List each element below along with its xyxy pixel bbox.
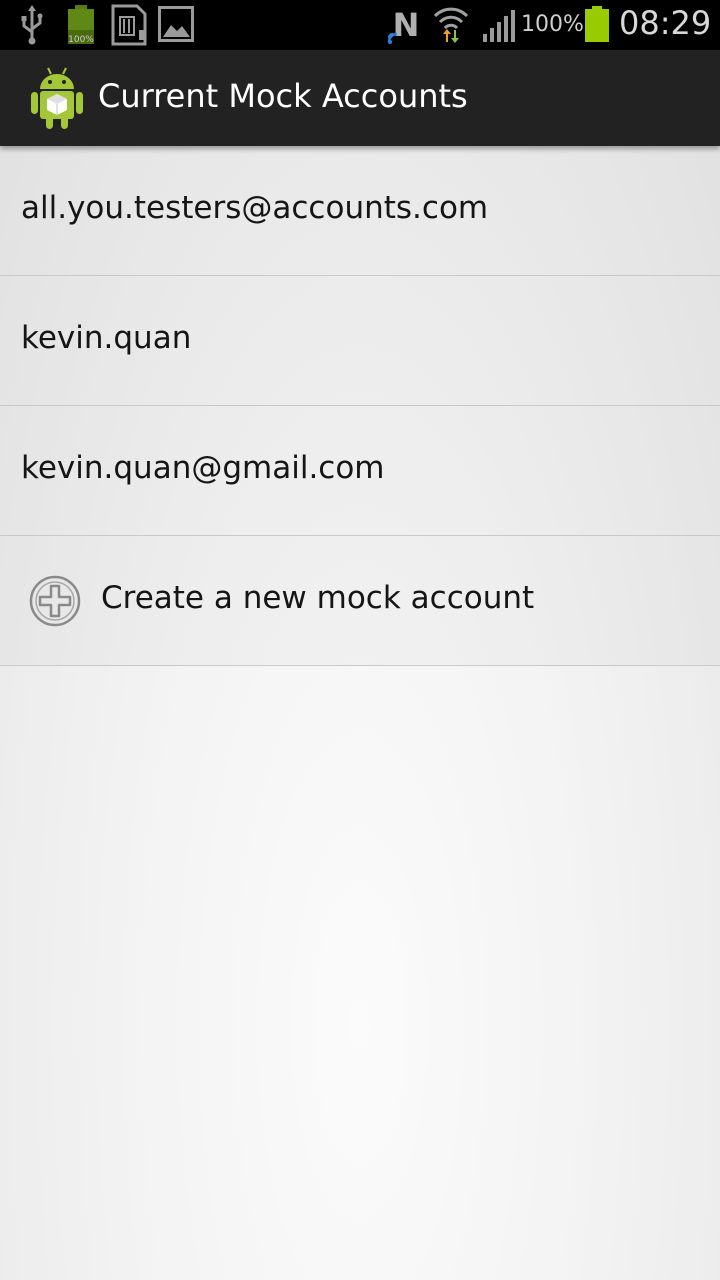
account-label: all.you.testers@accounts.com xyxy=(21,190,489,226)
signal-icon xyxy=(483,10,515,42)
list-item[interactable]: all.you.testers@accounts.com xyxy=(0,146,720,276)
list-item[interactable]: kevin.quan@gmail.com xyxy=(0,406,720,536)
account-label: kevin.quan@gmail.com xyxy=(21,450,385,486)
add-circle-icon xyxy=(29,575,81,627)
android-app-icon xyxy=(31,67,83,129)
action-bar: Current Mock Accounts xyxy=(0,50,720,146)
status-bar: 100% N 100% 08:29 xyxy=(0,0,720,50)
wifi-icon xyxy=(433,7,469,43)
svg-text:N: N xyxy=(393,6,420,44)
sd-card-icon xyxy=(111,4,147,46)
battery-full-icon: 100% xyxy=(68,5,94,45)
usb-icon xyxy=(21,5,43,45)
list-item[interactable]: kevin.quan xyxy=(0,276,720,406)
image-icon xyxy=(158,6,194,42)
create-account-label: Create a new mock account xyxy=(101,580,535,616)
battery-icon xyxy=(585,6,609,42)
accounts-list: all.you.testers@accounts.com kevin.quan … xyxy=(0,146,720,666)
create-account-item[interactable]: Create a new mock account xyxy=(0,536,720,666)
clock: 08:29 xyxy=(619,4,712,42)
battery-percent: 100% xyxy=(521,12,584,37)
page-title: Current Mock Accounts xyxy=(98,77,468,115)
battery-mini-label: 100% xyxy=(68,35,94,45)
account-label: kevin.quan xyxy=(21,320,192,356)
nfc-icon: N xyxy=(387,6,420,44)
